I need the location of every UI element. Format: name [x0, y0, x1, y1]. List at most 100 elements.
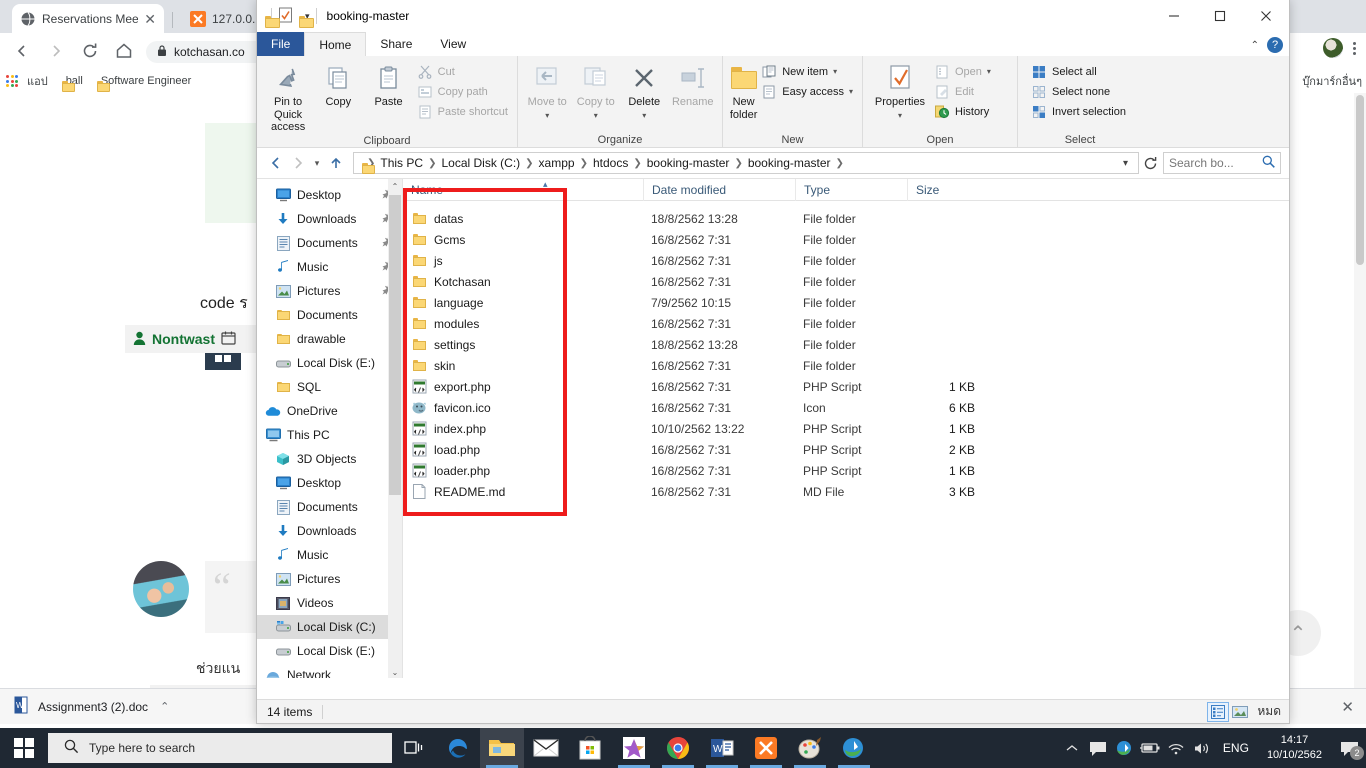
chevron-down-icon[interactable]: ▾ [594, 111, 598, 120]
large-icons-view-icon[interactable] [1229, 702, 1251, 722]
chevron-down-icon[interactable]: ▾ [833, 67, 837, 76]
page-scrollbar[interactable] [1354, 93, 1366, 693]
close-icon[interactable] [1243, 0, 1289, 32]
page-scrollbar-thumb[interactable] [1356, 95, 1364, 265]
battery-icon[interactable] [1137, 728, 1163, 768]
copy-path-button[interactable]: Copy path [414, 83, 511, 100]
minimize-icon[interactable] [1151, 0, 1197, 32]
breadcrumb-xampp[interactable]: xampp [535, 156, 579, 170]
table-row[interactable]: index.php 10/10/2562 13:22 PHP Script 1 KB [403, 418, 1289, 439]
taskbar-app-xampp[interactable] [744, 728, 788, 768]
details-view-icon[interactable] [1207, 701, 1230, 722]
sidebar-item-onedrive[interactable]: OneDrive [257, 399, 402, 423]
sidebar-item-local-disk-e[interactable]: Local Disk (E:) [257, 639, 402, 663]
sidebar-item-pictures[interactable]: Pictures [257, 279, 402, 303]
paste-shortcut-button[interactable]: Paste shortcut [414, 103, 511, 120]
close-icon[interactable]: ✕ [144, 12, 156, 26]
taskbar-search-box[interactable]: Type here to search [48, 733, 392, 763]
select-none-button[interactable]: Select none [1028, 83, 1129, 100]
other-bookmarks[interactable]: บุ๊กมาร์กอื่นๆ [1302, 69, 1362, 93]
download-item[interactable]: W Assignment3 (2).doc ⌃ [0, 696, 179, 717]
table-row[interactable]: favicon.ico 16/8/2562 7:31 Icon 6 KB [403, 397, 1289, 418]
help-icon[interactable]: ? [1267, 37, 1283, 53]
home-icon[interactable] [112, 39, 136, 63]
kebab-menu-icon[interactable] [1353, 41, 1356, 55]
properties-check-icon[interactable] [278, 7, 293, 26]
breadcrumb-htdocs[interactable]: htdocs [589, 156, 632, 170]
paste-button[interactable]: Paste [363, 60, 413, 109]
easy-access-button[interactable]: Easy access ▾ [758, 83, 856, 100]
sidebar-item-music[interactable]: Music [257, 543, 402, 567]
new-folder-button[interactable]: New folder [729, 60, 758, 121]
tab-view[interactable]: View [426, 32, 480, 56]
explorer-title-bar[interactable]: ▾ booking-master [257, 0, 1289, 32]
sidebar-item-drawable[interactable]: drawable [257, 327, 402, 351]
search-input[interactable]: Search bo... [1163, 152, 1281, 174]
column-header-date-modified[interactable]: Date modified [643, 178, 795, 201]
tab-home[interactable]: Home [304, 32, 367, 56]
column-header-name[interactable]: Name ▴ [403, 179, 643, 201]
arrow-right-icon[interactable] [287, 152, 309, 174]
idm-tray-icon[interactable] [1111, 728, 1137, 768]
taskbar-app-file-explorer[interactable] [480, 728, 524, 768]
table-row[interactable]: settings 18/8/2562 13:28 File folder [403, 334, 1289, 355]
arrow-right-icon[interactable] [44, 39, 68, 63]
browser-tab-reservations[interactable]: Reservations Meet ✕ [12, 4, 164, 33]
sidebar-item-downloads[interactable]: Downloads [257, 207, 402, 231]
chevron-down-icon[interactable]: ▾ [1117, 158, 1134, 169]
breadcrumb[interactable]: ❯ This PC ❯ Local Disk (C:) ❯ xampp ❯ ht… [353, 152, 1139, 174]
move-to-button[interactable]: Move to ▾ [524, 60, 571, 120]
taskbar-app-photo-star[interactable] [612, 728, 656, 768]
taskbar-app-idm[interactable] [832, 728, 876, 768]
chevron-up-icon[interactable] [1059, 728, 1085, 768]
sidebar-item-videos[interactable]: Videos [257, 591, 402, 615]
chevron-down-icon[interactable]: ▾ [987, 67, 991, 76]
sidebar-item-local-disk-e[interactable]: Local Disk (E:) [257, 351, 402, 375]
table-row[interactable]: load.php 16/8/2562 7:31 PHP Script 2 KB [403, 439, 1289, 460]
sidebar-item-3d-objects[interactable]: 3D Objects [257, 447, 402, 471]
table-row[interactable]: README.md 16/8/2562 7:31 MD File 3 KB [403, 481, 1289, 502]
column-header-type[interactable]: Type [795, 178, 907, 201]
arrow-left-icon[interactable] [265, 152, 287, 174]
sidebar-item-downloads[interactable]: Downloads [257, 519, 402, 543]
sidebar-item-this-pc[interactable]: This PC [257, 423, 402, 447]
chevron-down-icon[interactable]: ▾ [849, 87, 853, 96]
speech-bubble-icon[interactable] [1085, 728, 1111, 768]
table-row[interactable]: loader.php 16/8/2562 7:31 PHP Script 1 KB [403, 460, 1289, 481]
chevron-up-icon[interactable]: ⌃ [160, 700, 169, 713]
taskbar-app-paint[interactable] [788, 728, 832, 768]
sidebar-item-sql[interactable]: SQL [257, 375, 402, 399]
wifi-icon[interactable] [1163, 728, 1189, 768]
refresh-icon[interactable] [1139, 152, 1161, 174]
sidebar-item-pictures[interactable]: Pictures [257, 567, 402, 591]
maximize-icon[interactable] [1197, 0, 1243, 32]
tab-share[interactable]: Share [366, 32, 426, 56]
sidebar-item-desktop[interactable]: Desktop [257, 183, 402, 207]
table-row[interactable]: language 7/9/2562 10:15 File folder [403, 292, 1289, 313]
volume-icon[interactable] [1189, 728, 1215, 768]
taskbar-app-word[interactable]: W [700, 728, 744, 768]
table-row[interactable]: skin 16/8/2562 7:31 File folder [403, 355, 1289, 376]
rename-button[interactable]: Rename [670, 60, 717, 109]
breadcrumb-booking-master-1[interactable]: booking-master [643, 156, 734, 170]
delete-button[interactable]: Delete ▾ [621, 60, 668, 120]
table-row[interactable]: Kotchasan 16/8/2562 7:31 File folder [403, 271, 1289, 292]
action-center-button[interactable]: 2 [1332, 728, 1366, 768]
table-row[interactable]: js 16/8/2562 7:31 File folder [403, 250, 1289, 271]
chevron-down-icon[interactable]: ▾ [545, 111, 549, 120]
table-row[interactable]: modules 16/8/2562 7:31 File folder [403, 313, 1289, 334]
reload-icon[interactable] [78, 39, 102, 63]
table-row[interactable]: export.php 16/8/2562 7:31 PHP Script 1 KB [403, 376, 1289, 397]
page-user-chip[interactable]: Nontwast [125, 325, 275, 353]
taskbar-app-chrome[interactable] [656, 728, 700, 768]
copy-to-button[interactable]: Copy to ▾ [573, 60, 620, 120]
table-row[interactable]: datas 18/8/2562 13:28 File folder [403, 208, 1289, 229]
pin-to-quick-access-button[interactable]: Pin to Quick access [263, 60, 313, 134]
nav-scrollbar-thumb[interactable] [389, 195, 401, 495]
history-button[interactable]: History [931, 103, 994, 120]
tab-file[interactable]: File [257, 32, 305, 56]
taskbar-app-microsoft-store[interactable] [568, 728, 612, 768]
chevron-down-icon[interactable]: ⌄ [388, 665, 402, 678]
language-indicator[interactable]: ENG [1215, 741, 1257, 755]
bookmark-ball[interactable]: ball [57, 73, 88, 92]
